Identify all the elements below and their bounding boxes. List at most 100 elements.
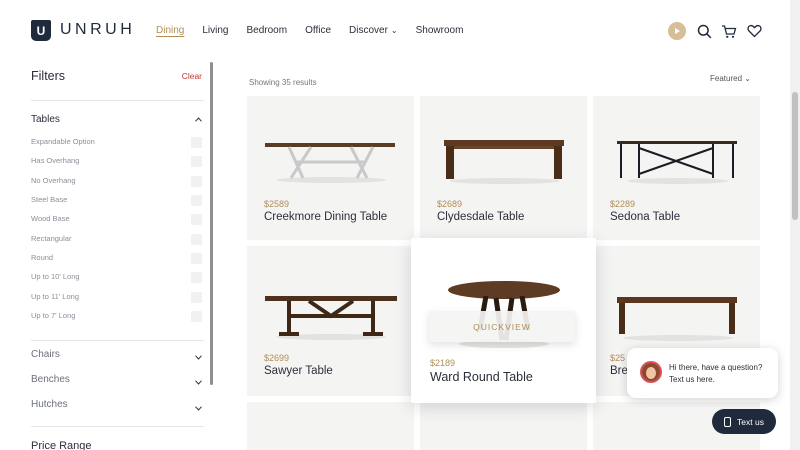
product-name[interactable]: Bre [610, 365, 628, 377]
filter-label: No Overhang [31, 176, 76, 185]
filter-option-expandable[interactable]: Expandable Option [31, 137, 204, 151]
chat-prompt-bubble[interactable]: Hi there, have a question? Text us here. [627, 348, 778, 398]
play-icon[interactable] [668, 22, 686, 40]
quickview-button[interactable]: QUICKVIEW [429, 311, 575, 342]
filters-title: Filters [31, 69, 66, 83]
divider [31, 340, 204, 341]
product-price: $2589 [264, 199, 290, 209]
filter-checkbox[interactable] [191, 292, 202, 303]
filter-checkbox[interactable] [191, 195, 202, 206]
filter-option-wood-base[interactable]: Wood Base [31, 214, 204, 228]
filters-sidebar: Filters Clear Tables Expandable Option H… [31, 62, 204, 450]
filter-checkbox[interactable] [191, 156, 202, 167]
product-image [444, 140, 564, 184]
filter-checkbox[interactable] [191, 234, 202, 245]
product-image [265, 143, 395, 183]
benches-section-header[interactable]: Benches [31, 374, 70, 385]
filter-label: Has Overhang [31, 156, 80, 165]
filter-option-up-to-10-long[interactable]: Up to 10' Long [31, 272, 204, 286]
filter-option-round[interactable]: Round [31, 253, 204, 267]
chevron-up-icon[interactable] [195, 115, 202, 124]
product-card[interactable]: $2589 Creekmore Dining Table [247, 96, 414, 240]
product-card[interactable]: $2289 Sedona Table [593, 96, 760, 240]
product-price: $2189 [430, 358, 456, 368]
filter-label: Expandable Option [31, 137, 95, 146]
chevron-down-icon: ⌄ [744, 74, 751, 83]
price-range-header[interactable]: Price Range [31, 440, 92, 450]
agent-avatar [640, 361, 662, 383]
chevron-down-icon[interactable] [195, 404, 202, 413]
product-price: $2689 [437, 199, 463, 209]
chat-message: Hi there, have a question? Text us here. [669, 363, 763, 384]
filter-label: Up to 7' Long [31, 311, 76, 320]
chevron-down-icon[interactable] [195, 378, 202, 387]
chevron-down-icon: ⌄ [390, 26, 398, 35]
cart-icon[interactable] [721, 23, 737, 39]
product-card[interactable] [420, 402, 587, 450]
nav-dining[interactable]: Dining [156, 25, 184, 36]
nav-discover-label: Discover [349, 25, 388, 36]
results-count: Showing 35 results [249, 78, 317, 87]
product-card[interactable]: $2689 Clydesdale Table [420, 96, 587, 240]
text-us-label: Text us [737, 416, 764, 427]
filter-label: Wood Base [31, 214, 70, 223]
filter-label: Rectangular [31, 234, 72, 243]
filter-option-up-to-11-long[interactable]: Up to 11' Long [31, 292, 204, 306]
filter-option-no-overhang[interactable]: No Overhang [31, 176, 204, 190]
sort-dropdown[interactable]: Featured ⌄ [710, 74, 751, 83]
product-name[interactable]: Sedona Table [610, 211, 680, 223]
nav-living[interactable]: Living [202, 25, 228, 36]
header-icons [668, 22, 771, 40]
nav-bedroom[interactable]: Bedroom [247, 25, 288, 36]
filter-checkbox[interactable] [191, 137, 202, 148]
product-card-hovered[interactable]: QUICKVIEW $2189 Ward Round Table [411, 238, 596, 403]
product-price: $2699 [264, 353, 290, 363]
logo-mark[interactable]: U [31, 20, 51, 41]
filter-label: Round [31, 253, 54, 262]
nav-showroom[interactable]: Showroom [416, 25, 464, 36]
sidebar-scrollbar[interactable] [210, 62, 213, 385]
tables-section-header[interactable]: Tables [31, 114, 60, 125]
text-us-button[interactable]: Text us [712, 409, 776, 434]
nav-discover[interactable]: Discover ⌄ [349, 25, 398, 36]
logo-text[interactable]: UNRUH [60, 21, 135, 39]
divider [31, 100, 204, 101]
phone-icon [724, 416, 732, 427]
product-name[interactable]: Creekmore Dining Table [264, 211, 387, 223]
filter-checkbox[interactable] [191, 311, 202, 322]
filter-option-has-overhang[interactable]: Has Overhang [31, 156, 204, 170]
filter-option-up-to-7-long[interactable]: Up to 7' Long [31, 311, 204, 325]
product-image [617, 297, 737, 341]
filter-checkbox[interactable] [191, 176, 202, 187]
hutches-section-header[interactable]: Hutches [31, 399, 68, 410]
filter-checkbox[interactable] [191, 214, 202, 225]
product-name[interactable]: Ward Round Table [430, 370, 533, 384]
product-price: $2289 [610, 199, 636, 209]
filter-option-rectangular[interactable]: Rectangular [31, 234, 204, 248]
divider [31, 426, 204, 427]
search-icon[interactable] [696, 23, 712, 39]
filter-label: Steel Base [31, 195, 68, 204]
product-image [265, 296, 397, 340]
filter-checkbox[interactable] [191, 253, 202, 264]
scrollbar-thumb[interactable] [792, 92, 798, 220]
filter-label: Up to 10' Long [31, 272, 80, 281]
page: U UNRUH Dining Living Bedroom Office Dis… [0, 0, 800, 450]
filter-checkbox[interactable] [191, 272, 202, 283]
clear-filters-link[interactable]: Clear [182, 71, 202, 81]
filter-option-steel-base[interactable]: Steel Base [31, 195, 204, 209]
product-name[interactable]: Sawyer Table [264, 365, 333, 377]
filter-label: Up to 11' Long [31, 292, 79, 301]
heart-icon[interactable] [746, 23, 762, 39]
chairs-section-header[interactable]: Chairs [31, 349, 60, 360]
site-header: U UNRUH Dining Living Bedroom Office Dis… [0, 0, 790, 62]
chevron-down-icon[interactable] [195, 353, 202, 362]
main-nav: Dining Living Bedroom Office Discover ⌄ S… [156, 25, 481, 36]
sort-label: Featured [710, 74, 743, 83]
nav-office[interactable]: Office [305, 25, 331, 36]
product-card[interactable] [247, 402, 414, 450]
logo-letter: U [36, 23, 46, 38]
page-scrollbar[interactable] [790, 0, 800, 450]
product-name[interactable]: Clydesdale Table [437, 211, 524, 223]
product-card[interactable]: $2699 Sawyer Table [247, 246, 414, 396]
